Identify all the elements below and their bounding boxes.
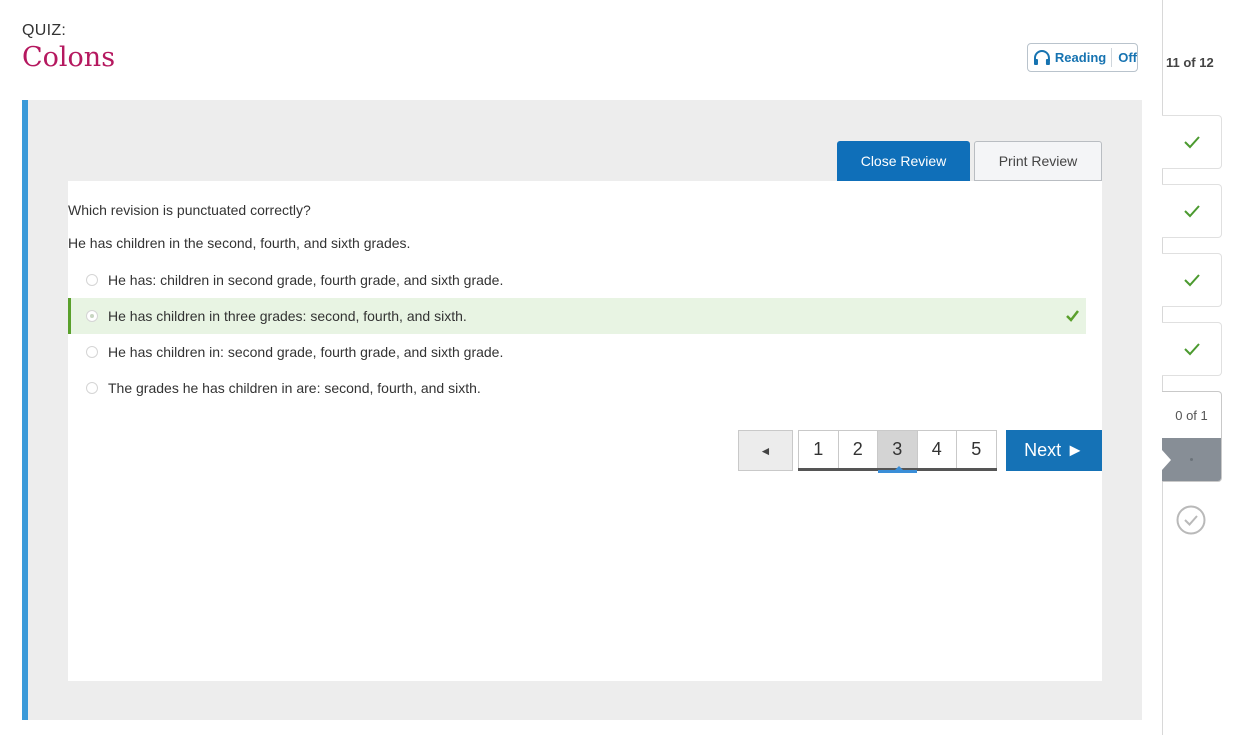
sidebar-item-current[interactable]: 0 of 1 [1162,391,1222,482]
correct-check-icon [1066,310,1079,322]
radio-button[interactable] [86,382,98,394]
submit-check-icon[interactable] [1176,505,1206,535]
checkmark-icon [1183,136,1200,149]
page-selector: 1 2 3 4 5 [798,430,997,473]
answer-choice-text: He has: children in second grade, fourth… [108,272,504,288]
page-button-5[interactable]: 5 [956,430,997,468]
sidebar-item-completed[interactable] [1162,184,1222,238]
progress-counter: 11 of 12 [1166,55,1214,70]
page-button-1[interactable]: 1 [798,430,839,468]
answer-choice[interactable]: He has: children in second grade, fourth… [68,262,1086,298]
next-button[interactable]: Next ► [1006,430,1102,471]
previous-page-button[interactable]: ◄ [738,430,793,471]
checkmark-icon [1183,205,1200,218]
sidebar-item-completed[interactable] [1162,115,1222,169]
radio-button[interactable] [86,274,98,286]
page-title: Colons [22,42,116,73]
answer-choice[interactable]: The grades he has children in are: secon… [68,370,1086,406]
answer-choice-correct[interactable]: He has children in three grades: second,… [68,298,1086,334]
sidebar-item-completed[interactable] [1162,253,1222,307]
headphones-icon [1033,49,1050,65]
reading-toggle-label: Reading [1054,50,1107,65]
answer-choice[interactable]: He has children in: second grade, fourth… [68,334,1086,370]
page-button-3-current[interactable]: 3 [877,430,918,473]
page-button-2[interactable]: 2 [837,430,878,468]
answer-choice-text: He has children in: second grade, fourth… [108,344,504,360]
current-item-count: 0 of 1 [1175,407,1208,423]
print-review-button[interactable]: Print Review [974,141,1102,181]
answer-choice-text: He has children in three grades: second,… [108,308,467,324]
toggle-divider [1111,48,1113,67]
checkmark-icon [1183,274,1200,287]
sidebar-item-completed[interactable] [1162,322,1222,376]
page-button-4[interactable]: 4 [916,430,957,468]
reading-toggle[interactable]: Reading Off [1027,43,1138,72]
current-item-dot [1190,458,1193,461]
quiz-label: QUIZ: [22,22,67,39]
question-prompt: Which revision is punctuated correctly? [68,202,311,218]
answer-choice-text: The grades he has children in are: secon… [108,380,481,396]
close-review-button[interactable]: Close Review [837,141,970,181]
reading-toggle-state: Off [1118,50,1137,65]
radio-button[interactable] [86,346,98,358]
checkmark-icon [1183,343,1200,356]
question-sentence: He has children in the second, fourth, a… [68,235,411,251]
radio-button-selected[interactable] [86,310,98,322]
